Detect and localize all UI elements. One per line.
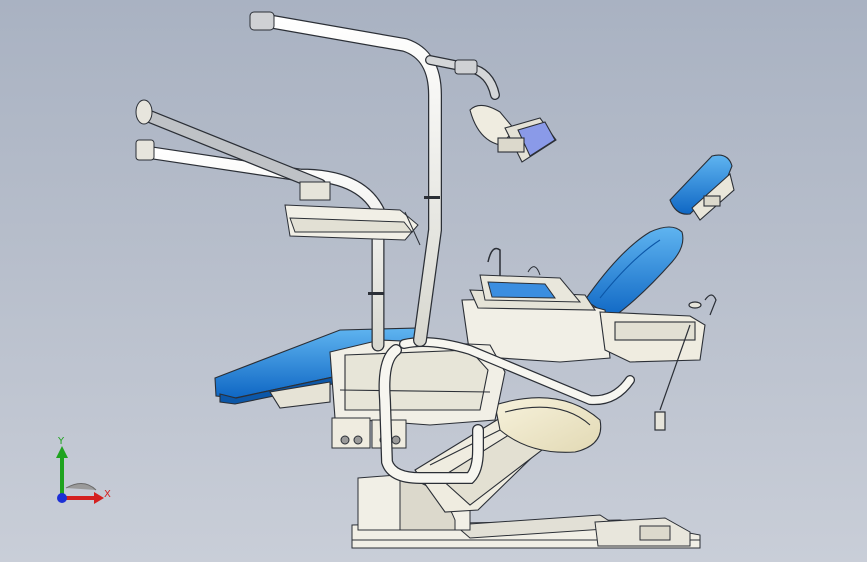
z-axis-dot xyxy=(57,493,67,503)
x-axis-arrow xyxy=(94,492,104,504)
y-axis-arrow xyxy=(56,446,68,458)
operating-light xyxy=(469,104,557,163)
assistant-arm-joint xyxy=(135,99,155,161)
cad-viewport[interactable]: Y X xyxy=(0,0,867,562)
y-axis-label: Y xyxy=(57,436,65,447)
axis-triad: Y X xyxy=(56,436,111,504)
cuspidor-unit xyxy=(479,247,582,303)
dental-unit-model[interactable]: Y X xyxy=(0,0,867,562)
headrest xyxy=(669,154,735,221)
backrest xyxy=(584,226,684,319)
rotation-arc xyxy=(65,483,97,491)
x-axis-label: X xyxy=(104,489,111,500)
lower-housings xyxy=(331,417,407,449)
